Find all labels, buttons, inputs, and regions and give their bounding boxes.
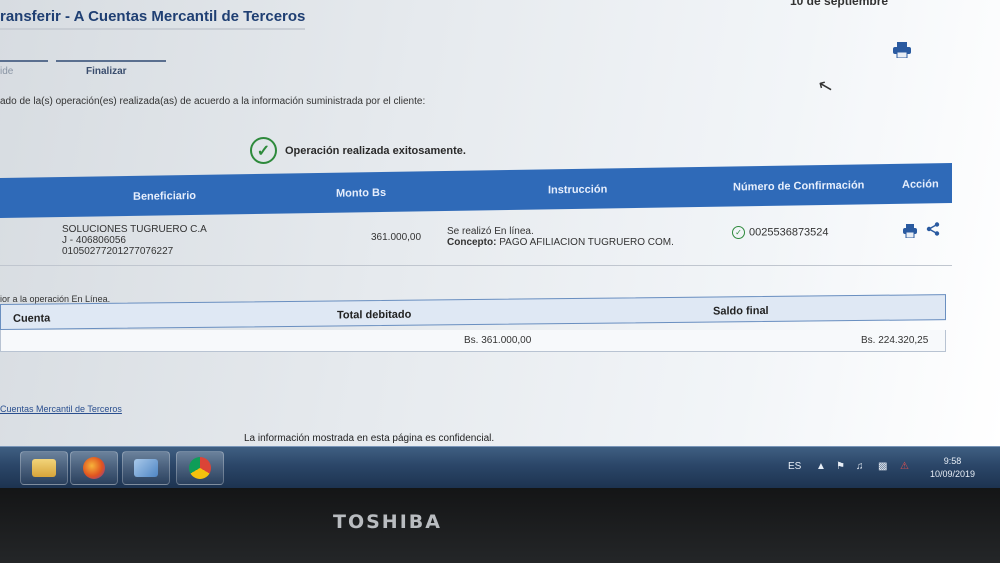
share-icon[interactable] — [926, 222, 940, 239]
tray-arrow-icon[interactable]: ▲ — [816, 461, 826, 472]
header-amount: Monto Bs — [336, 186, 387, 200]
clock-date: 10/09/2019 — [930, 469, 976, 479]
date-header: 10 de septiembre — [790, 0, 889, 8]
header-account: Cuenta — [13, 312, 51, 325]
header-confirmation: Número de Confirmación — [733, 179, 865, 194]
signal-icon[interactable]: ▩ — [878, 461, 887, 472]
browser-screen: 10 de septiembre ransferir - A Cuentas M… — [0, 0, 1000, 455]
taskbar-chrome-button[interactable] — [176, 451, 224, 485]
print-icon[interactable] — [892, 42, 912, 59]
step-label-finalizar: Finalizar — [86, 66, 127, 77]
beneficiary-cell: SOLUCIONES TUGRUERO C.A J - 406806056 01… — [62, 224, 207, 257]
confidential-note: La información mostrada en esta página e… — [244, 433, 495, 444]
operations-table: Beneficiario Monto Bs Instrucción Número… — [0, 163, 952, 266]
beneficiary-id: J - 406806056 — [62, 235, 126, 246]
taskbar-app-button[interactable] — [122, 451, 170, 485]
instruction-concept: Concepto: PAGO AFILIACION TUGRUERO COM. — [447, 237, 674, 248]
success-message: ✓ Operación realizada exitosamente. — [250, 137, 466, 164]
chrome-icon — [189, 457, 211, 479]
beneficiary-account: 01050277201277076227 — [62, 246, 174, 257]
confirmation-check-icon: ✓ — [732, 226, 745, 239]
header-action: Acción — [902, 178, 939, 191]
summary-table-header: Cuenta Total debitado Saldo final — [0, 294, 946, 330]
total-debited-value: Bs. 361.000,00 — [464, 335, 532, 346]
firefox-icon — [83, 457, 105, 479]
header-beneficiary: Beneficiario — [133, 189, 196, 203]
taskbar: ES ▲ ⚑ ♫ ▩ ⚠ 9:58 10/09/2019 — [0, 446, 1000, 488]
taskbar-firefox-button[interactable] — [70, 451, 118, 485]
language-indicator[interactable]: ES — [788, 461, 801, 472]
step-indicator: ide Finalizar — [0, 56, 170, 86]
brand-logo: TOSHIBA — [333, 511, 442, 533]
window-icon — [134, 459, 158, 477]
taskbar-folder-button[interactable] — [20, 451, 68, 485]
print-icon[interactable] — [902, 224, 918, 241]
header-total-debited: Total debitado — [337, 308, 412, 322]
header-instruction: Instrucción — [548, 183, 608, 197]
mouse-cursor-icon: ↖ — [815, 74, 836, 98]
battery-warning-icon[interactable]: ⚠ — [900, 461, 909, 472]
success-text: Operación realizada exitosamente. — [285, 144, 466, 157]
header-final-balance: Saldo final — [713, 304, 769, 318]
concept-value: PAGO AFILIACION TUGRUERO COM. — [499, 237, 674, 248]
success-check-icon: ✓ — [250, 137, 277, 164]
volume-icon[interactable]: ♫ — [856, 461, 864, 472]
table-row: SOLUCIONES TUGRUERO C.A J - 406806056 01… — [0, 218, 952, 266]
amount-cell: 361.000,00 — [371, 232, 422, 243]
clock-time: 9:58 — [943, 456, 962, 466]
operations-table-header: Beneficiario Monto Bs Instrucción Número… — [0, 163, 952, 218]
back-link[interactable]: Cuentas Mercantil de Terceros — [0, 404, 122, 414]
step-line-current — [56, 60, 166, 62]
clock[interactable]: 9:58 10/09/2019 — [930, 455, 975, 481]
confirmation-number: 0025536873524 — [749, 226, 829, 239]
final-balance-value: Bs. 224.320,25 — [861, 335, 929, 346]
intro-text: ado de la(s) operación(es) realizada(as)… — [0, 96, 426, 107]
page-title: ransferir - A Cuentas Mercantil de Terce… — [0, 8, 306, 30]
summary-table: Cuenta Total debitado Saldo final Bs. 36… — [0, 294, 946, 352]
step-line-prev — [0, 60, 48, 62]
folder-icon — [32, 459, 56, 477]
beneficiary-name: SOLUCIONES TUGRUERO C.A — [62, 224, 207, 235]
instruction-status: Se realizó En línea. — [447, 226, 534, 237]
laptop-bezel — [0, 488, 1000, 563]
concept-label: Concepto: — [447, 237, 497, 248]
instruction-cell: Se realizó En línea. Concepto: PAGO AFIL… — [447, 226, 674, 248]
confirmation-cell: ✓ 0025536873524 — [732, 226, 829, 239]
summary-row: Bs. 361.000,00 Bs. 224.320,25 — [0, 330, 946, 352]
step-label-prev: ide — [0, 66, 14, 77]
flag-icon[interactable]: ⚑ — [836, 461, 845, 472]
